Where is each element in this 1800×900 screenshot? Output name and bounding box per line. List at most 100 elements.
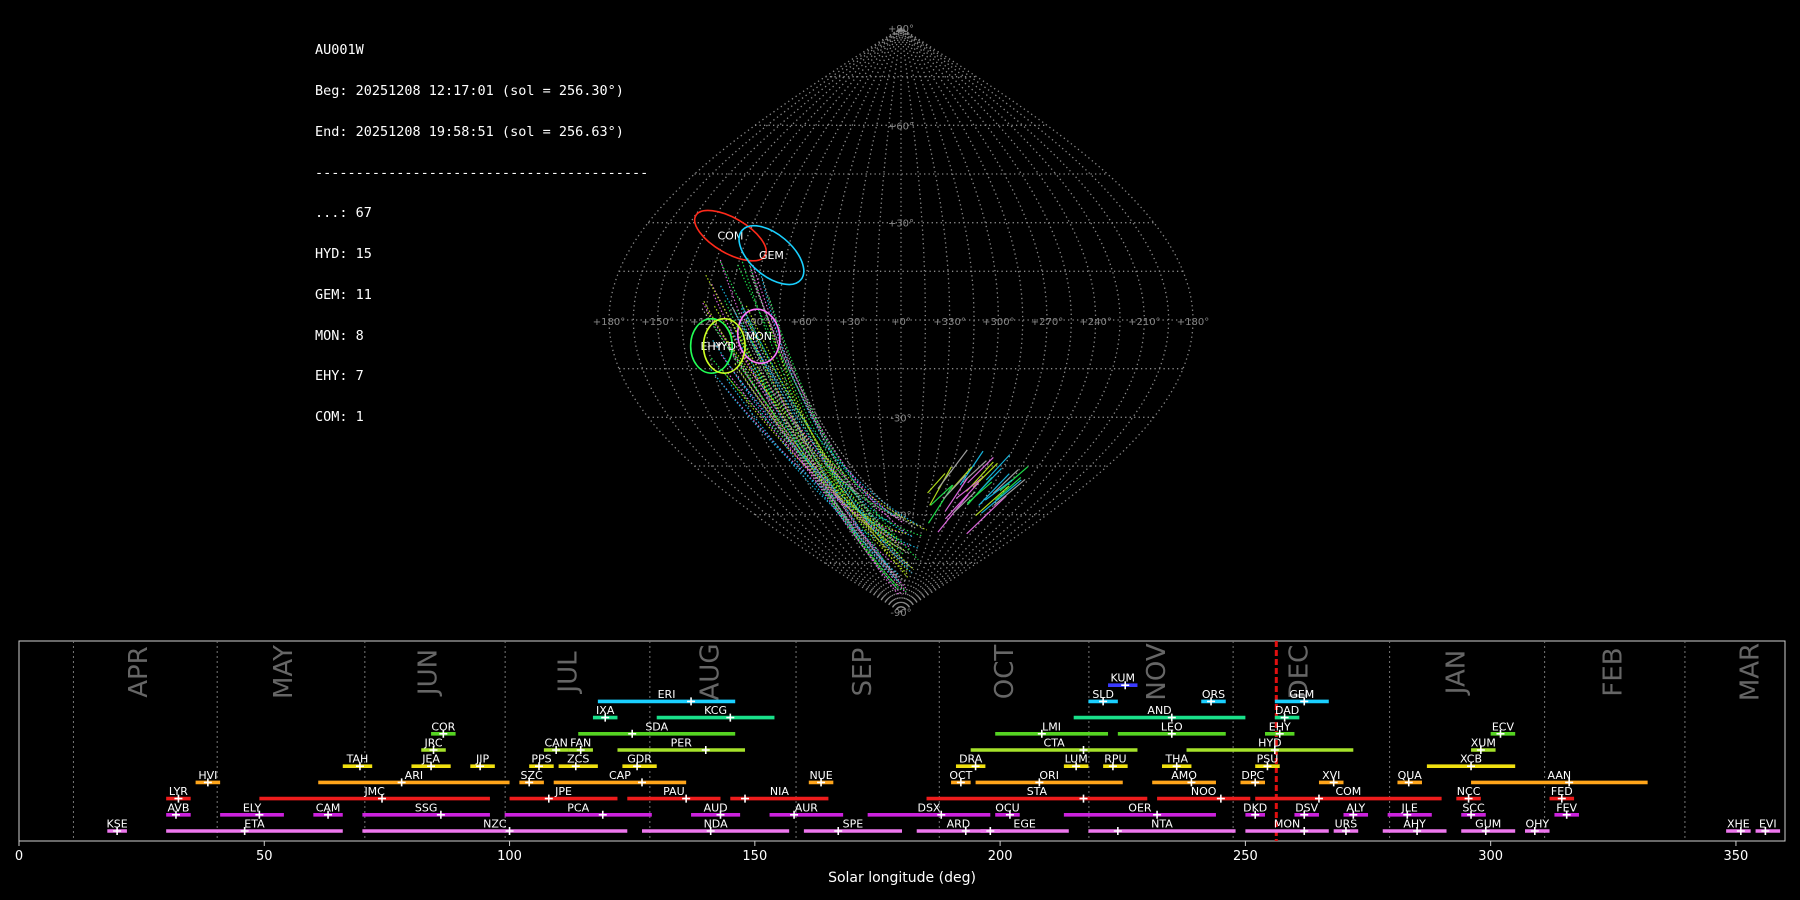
shower-label: JEA <box>421 753 440 766</box>
shower-nta: NTA <box>1088 818 1236 835</box>
shower-peak <box>1565 778 1574 787</box>
shower-label: SDA <box>645 720 668 733</box>
shower-label: AUD <box>704 801 728 814</box>
month-label: SEP <box>848 648 878 697</box>
shower-lmi: LMI <box>995 720 1109 738</box>
lon-label: +270° <box>1031 317 1063 328</box>
shower-peak <box>1072 762 1081 771</box>
shower-peak <box>1263 762 1272 771</box>
shower-jle: JLE <box>1387 801 1432 819</box>
shower-label: NOO <box>1191 785 1217 798</box>
shower-peak <box>706 827 715 835</box>
shower-peak <box>1300 697 1309 706</box>
shower-jmc: JMC <box>259 785 490 803</box>
shower-peak <box>525 778 534 787</box>
shower-peak <box>174 794 183 803</box>
lon-label: +60° <box>791 317 817 328</box>
shower-ely: ELY <box>220 801 284 819</box>
shower-fan: FAN <box>568 737 593 754</box>
shower-peak <box>687 697 696 706</box>
shower-label: ARI <box>405 769 423 782</box>
shower-ori: ORI <box>975 769 1123 787</box>
shower-label: ORI <box>1039 769 1059 782</box>
shower-label: SSG <box>415 801 438 814</box>
shower-peak <box>834 827 843 835</box>
shower-peak <box>961 827 970 835</box>
lon-label: +180° <box>1177 317 1209 328</box>
shower-label: JRC <box>424 737 443 750</box>
shower-nia: NIA <box>730 785 829 803</box>
shower-label: DRA <box>959 753 983 766</box>
shower-nda: NDA <box>642 818 790 835</box>
shower-label: TAH <box>346 753 369 766</box>
shower-dsx: DSX <box>867 801 991 819</box>
shower-label: KUM <box>1111 672 1135 685</box>
shower-ari: ARI <box>318 769 510 787</box>
shower-dra: DRA <box>955 753 986 771</box>
shower-peak <box>240 827 249 835</box>
shower-dkd: DKD <box>1243 801 1267 819</box>
lon-label: +240° <box>1079 317 1111 328</box>
shower-label: AUR <box>795 801 819 814</box>
shower-noo: NOO <box>1157 785 1251 803</box>
radiant-gem: GEM <box>738 224 805 286</box>
lat-label: +90° <box>888 24 914 35</box>
shower-peak <box>1275 729 1284 738</box>
meteor-trail <box>944 482 980 520</box>
shower-label: LUM <box>1065 753 1088 766</box>
shower-hvi: HVI <box>195 769 221 787</box>
shower-ehy: EHY <box>1265 720 1295 738</box>
shower-aur: AUR <box>769 801 844 819</box>
shower-label: PAU <box>663 785 685 798</box>
shower-label: COR <box>431 720 455 733</box>
x-tick-label: 350 <box>1724 849 1749 864</box>
shower-peak <box>1037 729 1046 738</box>
shower-peak <box>633 762 642 771</box>
shower-label: GUM <box>1475 818 1501 831</box>
shower-peak <box>1108 762 1117 771</box>
x-tick-label: 50 <box>256 849 273 864</box>
shower-label: COM <box>1335 785 1361 798</box>
shower-peak <box>1736 827 1745 835</box>
shower-label: CTA <box>1044 737 1066 750</box>
shower-peak <box>726 713 735 722</box>
shower-peak <box>1557 794 1566 803</box>
lon-label: +30° <box>839 317 865 328</box>
shower-label: GEM <box>1289 688 1314 701</box>
shower-oer: OER <box>1063 801 1216 819</box>
shower-label: OHY <box>1525 818 1549 831</box>
shower-label: EGE <box>1013 818 1035 831</box>
lat-label: +30° <box>888 219 914 230</box>
shower-peak <box>1349 810 1358 819</box>
shower-fev: FEV <box>1554 801 1579 819</box>
shower-szc: SZC <box>519 769 544 787</box>
shower-peak <box>1099 697 1108 706</box>
shower-and: AND <box>1073 704 1246 722</box>
shower-ncc: NCC <box>1456 785 1481 803</box>
radiant-label: MON <box>746 330 772 343</box>
shower-label: QUA <box>1398 769 1423 782</box>
shower-ors: ORS <box>1201 688 1226 706</box>
meteor-trail <box>719 259 890 517</box>
month-label: AUG <box>696 644 726 701</box>
shower-label: DKD <box>1243 801 1267 814</box>
shower-dsv: DSV <box>1294 801 1319 819</box>
shower-peak <box>439 729 448 738</box>
shower-label: ECV <box>1492 720 1515 733</box>
month-label: DEC <box>1284 645 1314 700</box>
shower-peak <box>255 810 264 819</box>
shower-cam: CAM <box>313 801 343 819</box>
month-label: NOV <box>1142 643 1172 700</box>
shower-peak <box>716 810 725 819</box>
shower-nue: NUE <box>808 769 834 787</box>
shower-jea: JEA <box>411 753 451 771</box>
shower-dad: DAD <box>1274 704 1300 722</box>
shower-peak <box>682 794 691 803</box>
shower-peak <box>628 729 637 738</box>
shower-label: FED <box>1551 785 1573 798</box>
shower-peak <box>971 762 980 771</box>
shower-scc: SCC <box>1461 801 1486 819</box>
shower-peak <box>552 746 561 754</box>
shower-label: FAN <box>570 737 591 750</box>
shower-label: NZC <box>483 818 507 831</box>
